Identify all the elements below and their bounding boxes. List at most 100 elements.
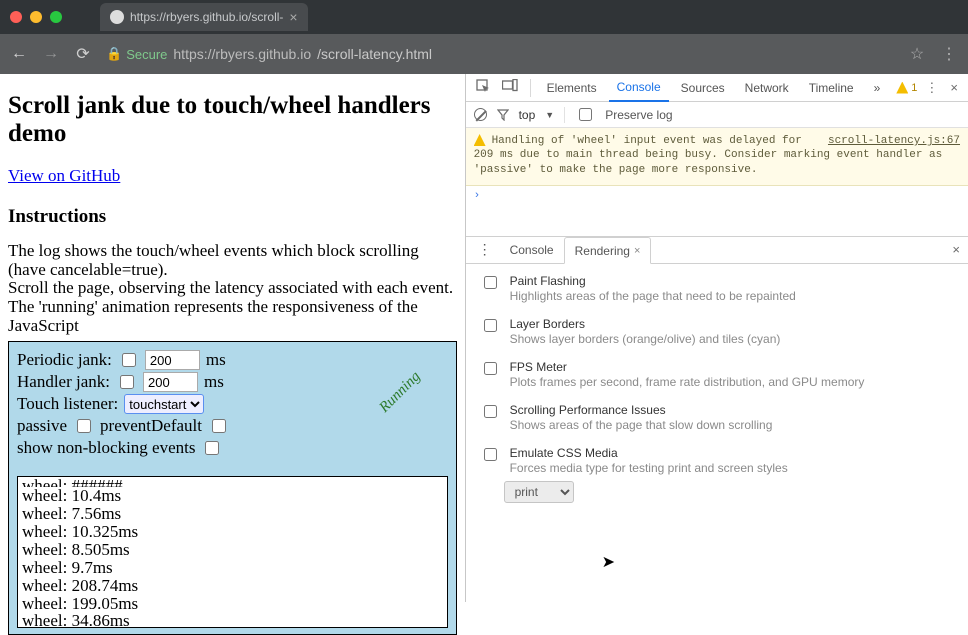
touch-listener-label: Touch listener:: [17, 394, 118, 414]
close-window-button[interactable]: [10, 11, 22, 23]
minimize-window-button[interactable]: [30, 11, 42, 23]
drawer-tabbar: ⋮ Console Rendering × ×: [466, 236, 968, 264]
device-toolbar-button[interactable]: [498, 79, 522, 96]
preventdefault-checkbox[interactable]: [212, 419, 226, 433]
maximize-window-button[interactable]: [50, 11, 62, 23]
inspect-element-button[interactable]: [472, 79, 494, 96]
forward-arrow-icon: →: [43, 45, 59, 63]
tab-more[interactable]: »: [866, 74, 889, 101]
drawer-tab-rendering-label: Rendering: [575, 244, 630, 258]
passive-label: passive: [17, 416, 67, 436]
kebab-icon: ⋮: [478, 241, 492, 257]
console-source-link[interactable]: scroll-latency.js:67: [828, 134, 960, 148]
drawer-menu-button[interactable]: ⋮: [470, 241, 500, 258]
page-title: Scroll jank due to touch/wheel handlers …: [8, 92, 457, 148]
warning-count-chip[interactable]: 1: [896, 82, 917, 94]
scrolling-issues-desc: Shows areas of the page that slow down s…: [510, 418, 773, 432]
close-drawer-tab-icon[interactable]: ×: [634, 245, 640, 257]
console-prompt[interactable]: ›: [466, 186, 968, 206]
secure-label: Secure: [126, 47, 167, 62]
filter-button[interactable]: [497, 109, 509, 121]
handler-jank-checkbox[interactable]: [120, 375, 134, 389]
handler-jank-label: Handler jank:: [17, 372, 110, 392]
instructions-heading: Instructions: [8, 206, 457, 228]
address-bar[interactable]: 🔒 Secure https://rbyers.github.io/scroll…: [106, 46, 894, 62]
paint-flashing-checkbox[interactable]: [484, 276, 497, 289]
chevron-down-icon: ▼: [545, 110, 554, 120]
layer-borders-checkbox[interactable]: [484, 319, 497, 332]
drawer-close-button[interactable]: ×: [948, 242, 964, 257]
scrolling-issues-checkbox[interactable]: [484, 405, 497, 418]
passive-checkbox[interactable]: [77, 419, 91, 433]
paint-flashing-title: Paint Flashing: [510, 274, 796, 288]
kebab-icon: ⋮: [941, 44, 957, 64]
tab-favicon-icon: [110, 10, 124, 24]
fps-meter-checkbox[interactable]: [484, 362, 497, 375]
console-warning-text-c: 'passive' to make the page more responsi…: [474, 164, 758, 176]
divider: [564, 107, 565, 123]
drawer-tab-rendering[interactable]: Rendering ×: [564, 237, 652, 264]
paint-flashing-desc: Highlights areas of the page that need t…: [510, 289, 796, 303]
reload-icon: ⟳: [76, 44, 89, 64]
warning-count: 1: [911, 82, 917, 94]
instructions-line-2: Scroll the page, observing the latency a…: [8, 279, 457, 298]
log-line: wheel: 9.7ms: [22, 559, 443, 577]
periodic-jank-checkbox[interactable]: [122, 353, 136, 367]
close-tab-icon[interactable]: ×: [289, 9, 297, 25]
browser-tab[interactable]: https://rbyers.github.io/scroll- ×: [100, 3, 308, 31]
browser-toolbar: ← → ⟳ 🔒 Secure https://rbyers.github.io/…: [0, 34, 968, 74]
back-button[interactable]: ←: [10, 45, 28, 63]
emulate-css-media-title: Emulate CSS Media: [510, 446, 788, 460]
preserve-log-label: Preserve log: [605, 108, 672, 122]
close-icon: ×: [950, 80, 958, 95]
tab-sources[interactable]: Sources: [673, 74, 733, 101]
devtools-close-button[interactable]: ×: [946, 80, 962, 95]
log-line: wheel: 208.74ms: [22, 577, 443, 595]
funnel-icon: [497, 109, 509, 121]
url-host: https://rbyers.github.io: [173, 46, 311, 62]
tab-console[interactable]: Console: [609, 74, 669, 102]
traffic-lights: [10, 11, 62, 23]
reload-button[interactable]: ⟳: [74, 45, 92, 63]
show-nonblocking-checkbox[interactable]: [205, 441, 219, 455]
layer-borders-title: Layer Borders: [510, 317, 781, 331]
touch-listener-select[interactable]: touchstart: [124, 394, 204, 414]
secure-badge: 🔒 Secure: [106, 46, 167, 62]
browser-menu-button[interactable]: ⋮: [940, 45, 958, 63]
mouse-cursor-icon: ➤: [602, 552, 615, 572]
context-selector[interactable]: top: [519, 108, 536, 122]
tab-title: https://rbyers.github.io/scroll-: [130, 10, 283, 24]
url-path: /scroll-latency.html: [317, 46, 432, 62]
console-warning-text-a: Handling of 'wheel' input event was dela…: [492, 135, 802, 147]
log-line: wheel: 10.4ms: [22, 487, 443, 505]
periodic-jank-label: Periodic jank:: [17, 350, 112, 370]
instructions-line-1: The log shows the touch/wheel events whi…: [8, 242, 457, 279]
devtools-settings-button[interactable]: ⋮: [921, 80, 942, 96]
tab-network[interactable]: Network: [737, 74, 797, 101]
clear-console-button[interactable]: [474, 108, 487, 121]
event-log[interactable]: wheel: ###### wheel: 10.4ms wheel: 7.56m…: [17, 476, 448, 628]
emulate-css-media-checkbox[interactable]: [484, 448, 497, 461]
demo-panel: Running Periodic jank: ms Handler jank: …: [8, 341, 457, 635]
log-line: wheel: 7.56ms: [22, 505, 443, 523]
lock-icon: 🔒: [106, 46, 122, 62]
fps-meter-title: FPS Meter: [510, 360, 865, 374]
drawer-tab-console[interactable]: Console: [500, 236, 564, 263]
github-link[interactable]: View on GitHub: [8, 166, 120, 185]
handler-jank-input[interactable]: [143, 372, 198, 392]
rendering-drawer: Paint Flashing Highlights areas of the p…: [466, 264, 968, 602]
page-viewport[interactable]: Scroll jank due to touch/wheel handlers …: [0, 74, 466, 602]
ms-label: ms: [204, 372, 224, 392]
log-line: wheel: 10.325ms: [22, 523, 443, 541]
bookmark-button[interactable]: ☆: [908, 45, 926, 63]
tab-elements[interactable]: Elements: [539, 74, 605, 101]
periodic-jank-input[interactable]: [145, 350, 200, 370]
warning-triangle-icon: [896, 82, 908, 94]
kebab-icon: ⋮: [925, 80, 938, 95]
preserve-log-checkbox[interactable]: [579, 108, 592, 121]
css-media-select[interactable]: print: [504, 481, 574, 503]
console-warning-text-b: 209 ms due to main thread being busy. Co…: [474, 149, 943, 161]
device-icon: [502, 79, 518, 93]
forward-button[interactable]: →: [42, 45, 60, 63]
tab-timeline[interactable]: Timeline: [801, 74, 862, 101]
